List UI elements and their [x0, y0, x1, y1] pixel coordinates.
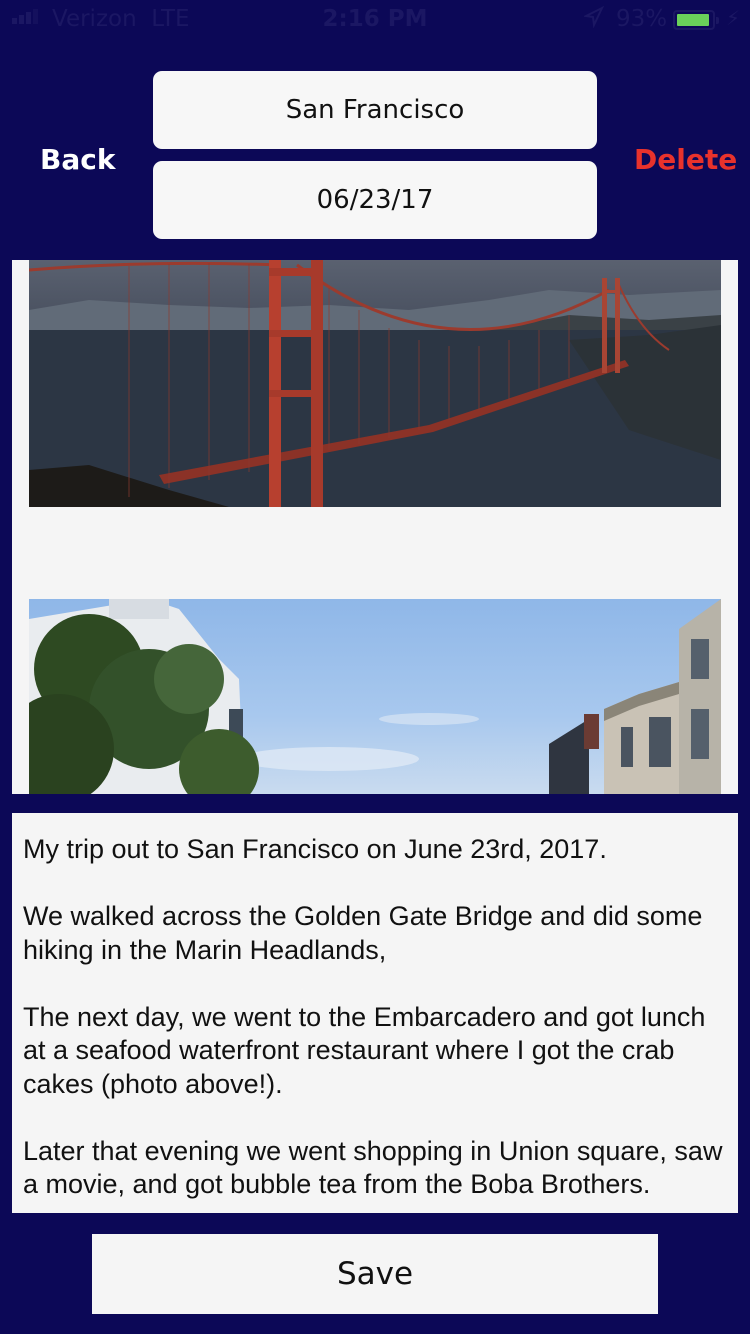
notes-paragraph: We walked across the Golden Gate Bridge …	[23, 901, 703, 965]
entry-date-field[interactable]	[153, 161, 597, 239]
notes-text-area[interactable]: My trip out to San Francisco on June 23r…	[12, 813, 738, 1213]
notes-paragraph: My trip out to San Francisco on June 23r…	[23, 834, 607, 864]
notes-paragraph: Later that evening we went shopping in U…	[23, 1135, 723, 1200]
battery-percentage: 93%	[616, 6, 668, 32]
delete-button[interactable]: Delete	[634, 143, 737, 176]
photo-street-houses[interactable]	[29, 599, 721, 794]
entry-title-field[interactable]	[153, 71, 597, 149]
charging-bolt-icon: ⚡	[726, 6, 741, 30]
battery-icon	[673, 10, 719, 30]
notes-paragraph: The next day, we went to the Embarcadero…	[23, 1001, 706, 1099]
location-arrow-icon	[582, 5, 605, 34]
photo-golden-gate-bridge[interactable]	[29, 260, 721, 507]
save-button[interactable]: Save	[92, 1234, 658, 1314]
back-button[interactable]: Back	[40, 143, 115, 176]
photo-scroll-panel[interactable]	[12, 260, 738, 794]
status-bar: Verizon LTE 2:16 PM 93% ⚡	[0, 0, 750, 40]
